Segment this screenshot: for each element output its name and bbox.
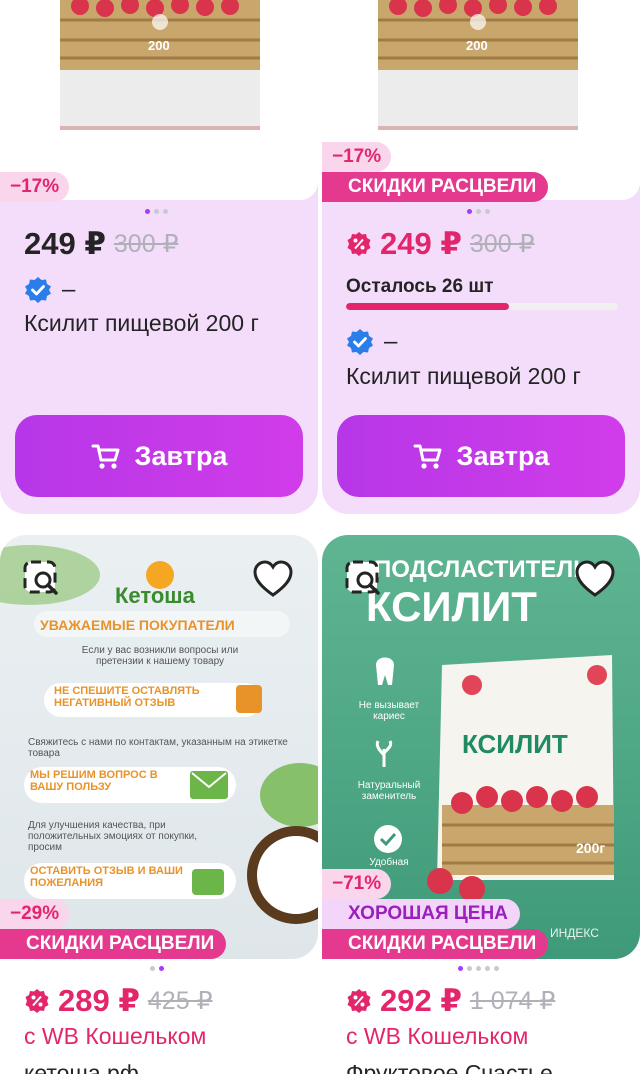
price: 249 ₽ (24, 226, 106, 261)
pager-dot (494, 966, 499, 971)
seller-row[interactable]: – (24, 276, 75, 304)
pager-dot (145, 209, 150, 214)
image-text-1: Если у вас возникли вопросы или претензи… (81, 645, 239, 667)
old-price: 300 ₽ (469, 230, 535, 258)
price-row: 292 ₽ 1 074 ₽ (346, 983, 555, 1019)
cart-icon (413, 444, 442, 469)
seller-name: – (384, 328, 398, 355)
pager-dot (159, 966, 164, 971)
similar-search-icon[interactable] (344, 559, 386, 601)
image-corner-text: ИНДЕКС (550, 926, 599, 940)
image-callout-3: ОСТАВИТЬ ОТЗЫВ И ВАШИ ПОЖЕЛАНИЯ (30, 865, 183, 889)
verified-check-icon (25, 277, 51, 303)
image-text-2: Свяжитесь с нами по контактам, указанным… (28, 737, 288, 759)
stock-progress (346, 303, 618, 310)
image-headline: КСИЛИТ (366, 583, 537, 630)
old-price: 300 ₽ (113, 230, 179, 258)
discount-percent-icon (25, 989, 49, 1013)
image-headline: УВАЖАЕМЫЕ ПОКУПАТЕЛИ (40, 617, 235, 633)
image-pager (458, 966, 499, 971)
discount-badge: −29% (0, 899, 70, 929)
pager-dot (476, 209, 481, 214)
image-pager (145, 209, 168, 214)
add-to-cart-label: Завтра (134, 440, 228, 471)
image-text-3: Для улучшения качества, при положительны… (28, 820, 198, 853)
price-row: 289 ₽ 425 ₽ (24, 983, 212, 1019)
wallet-price-note: с WB Кошельком (346, 1023, 529, 1049)
favorite-heart-icon[interactable] (574, 559, 616, 601)
image-feature-3: Удобная (369, 857, 409, 868)
product-card-1[interactable]: 200 −17% 249 ₽ 300 ₽ – Ксилит пищевой 20… (0, 0, 318, 514)
pager-dot (458, 966, 463, 971)
pager-dot (485, 209, 490, 214)
product-title[interactable]: Ксилит пищевой 200 г (346, 363, 636, 390)
pack-weight: 200г (576, 840, 605, 856)
image-weight-label: 200 (148, 38, 170, 53)
pager-dot (467, 209, 472, 214)
wallet-price-note: с WB Кошельком (24, 1023, 207, 1049)
price: 289 ₽ (58, 983, 140, 1018)
seller-name[interactable]: кетоша.рф (24, 1060, 139, 1074)
add-to-cart-button[interactable]: Завтра (15, 415, 303, 497)
discount-badge: −17% (0, 172, 70, 202)
pager-dot (154, 209, 159, 214)
discount-badge: −17% (322, 142, 392, 172)
seller-row[interactable]: – (346, 328, 397, 356)
similar-search-icon[interactable] (22, 559, 64, 601)
promo-badge: СКИДКИ РАСЦВЕЛИ (322, 929, 549, 959)
product-card-4[interactable]: ПОДСЛАСТИТЕЛЬ КСИЛИТ Не вызывает кариес … (322, 535, 640, 1074)
stock-progress-fill (346, 303, 510, 310)
image-weight-label: 200 (466, 38, 488, 53)
stock-label: Осталось 26 шт (346, 276, 494, 297)
discount-percent-icon (347, 989, 371, 1013)
image-top-text: ПОДСЛАСТИТЕЛЬ (374, 556, 590, 583)
image-callout-1: НЕ СПЕШИТЕ ОСТАВЛЯТЬ НЕГАТИВНЫЙ ОТЗЫВ (54, 685, 200, 709)
verified-check-icon (347, 329, 373, 355)
good-price-badge: ХОРОШАЯ ЦЕНА (322, 899, 520, 929)
product-title[interactable]: Фруктовое Счастье (346, 1060, 553, 1074)
price: 249 ₽ (380, 226, 462, 261)
product-card-3[interactable]: Кетоша УВАЖАЕМЫЕ ПОКУПАТЕЛИ Если у вас в… (0, 535, 318, 1074)
brand-logo-text: Кетоша (115, 583, 196, 608)
discount-badge: −71% (322, 869, 392, 899)
discount-percent-icon (347, 232, 371, 256)
image-feature-1: Не вызывает кариес (358, 700, 420, 722)
product-title[interactable]: Ксилит пищевой 200 г (24, 310, 314, 337)
image-feature-2: Натуральный заменитель (357, 780, 421, 802)
old-price: 425 ₽ (147, 987, 213, 1015)
price: 292 ₽ (380, 983, 462, 1018)
pager-dot (476, 966, 481, 971)
promo-badge: СКИДКИ РАСЦВЕЛИ (0, 929, 227, 959)
image-callout-2: МЫ РЕШИМ ВОПРОС В ВАШУ ПОЛЬЗУ (30, 769, 158, 793)
add-to-cart-button[interactable]: Завтра (337, 415, 625, 497)
pager-dot (467, 966, 472, 971)
image-pager (150, 966, 164, 971)
pack-title: КСИЛИТ (462, 729, 568, 759)
seller-name: – (62, 276, 76, 303)
cart-icon (91, 444, 120, 469)
price-row: 249 ₽ 300 ₽ (346, 226, 534, 262)
product-image[interactable]: 200 (0, 0, 318, 200)
pager-dot (485, 966, 490, 971)
favorite-heart-icon[interactable] (252, 559, 294, 601)
image-pager (467, 209, 490, 214)
product-card-2[interactable]: 200 −17% СКИДКИ РАСЦВЕЛИ 249 ₽ 300 ₽ Ост… (322, 0, 640, 514)
old-price: 1 074 ₽ (469, 987, 556, 1015)
price-row: 249 ₽ 300 ₽ (24, 226, 178, 262)
add-to-cart-label: Завтра (456, 440, 550, 471)
pager-dot (163, 209, 168, 214)
pager-dot (150, 966, 155, 971)
promo-badge: СКИДКИ РАСЦВЕЛИ (322, 172, 549, 202)
